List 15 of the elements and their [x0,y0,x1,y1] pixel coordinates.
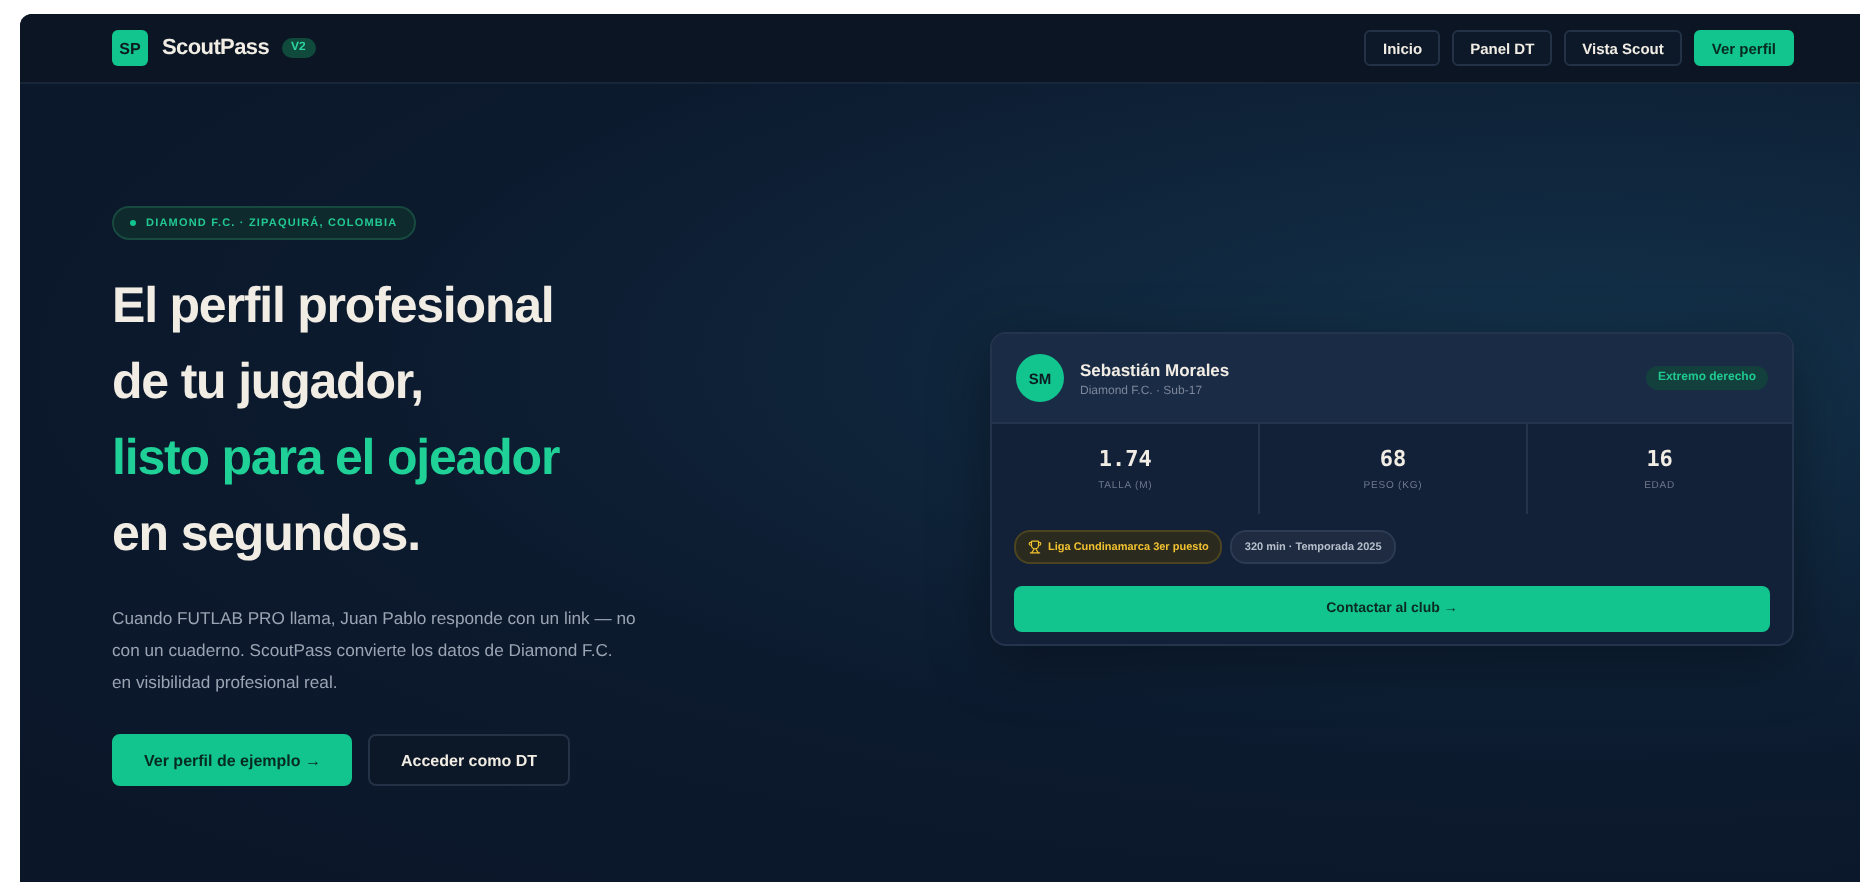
stat-value: 68 [1379,446,1407,472]
headline-line: de tu jugador, [112,352,425,414]
brand-name: ScoutPass [162,36,270,60]
stat-value: 1.74 [1098,446,1152,472]
view-profile-button[interactable]: Ver perfil de ejemplo → [112,734,353,786]
stat-value: 16 [1646,446,1673,472]
trophy-icon [1028,540,1042,554]
logo-mark: SP [112,30,148,66]
player-name: Sebastián Morales [1080,359,1230,379]
headline-line: El perfil profesional [112,276,556,338]
headline-line: listo para el ojeador [112,428,562,490]
dot-icon [130,220,136,226]
headline-line: en segundos. [112,504,422,566]
description: Cuando FUTLAB PRO llama, Juan Pablo responde con un link — no con un cuaderno. ScoutPass convierte los datos de Diamond F.C. en visibilidad profesional real. [112,606,636,696]
login-button[interactable]: Acceder como DT [368,734,570,786]
